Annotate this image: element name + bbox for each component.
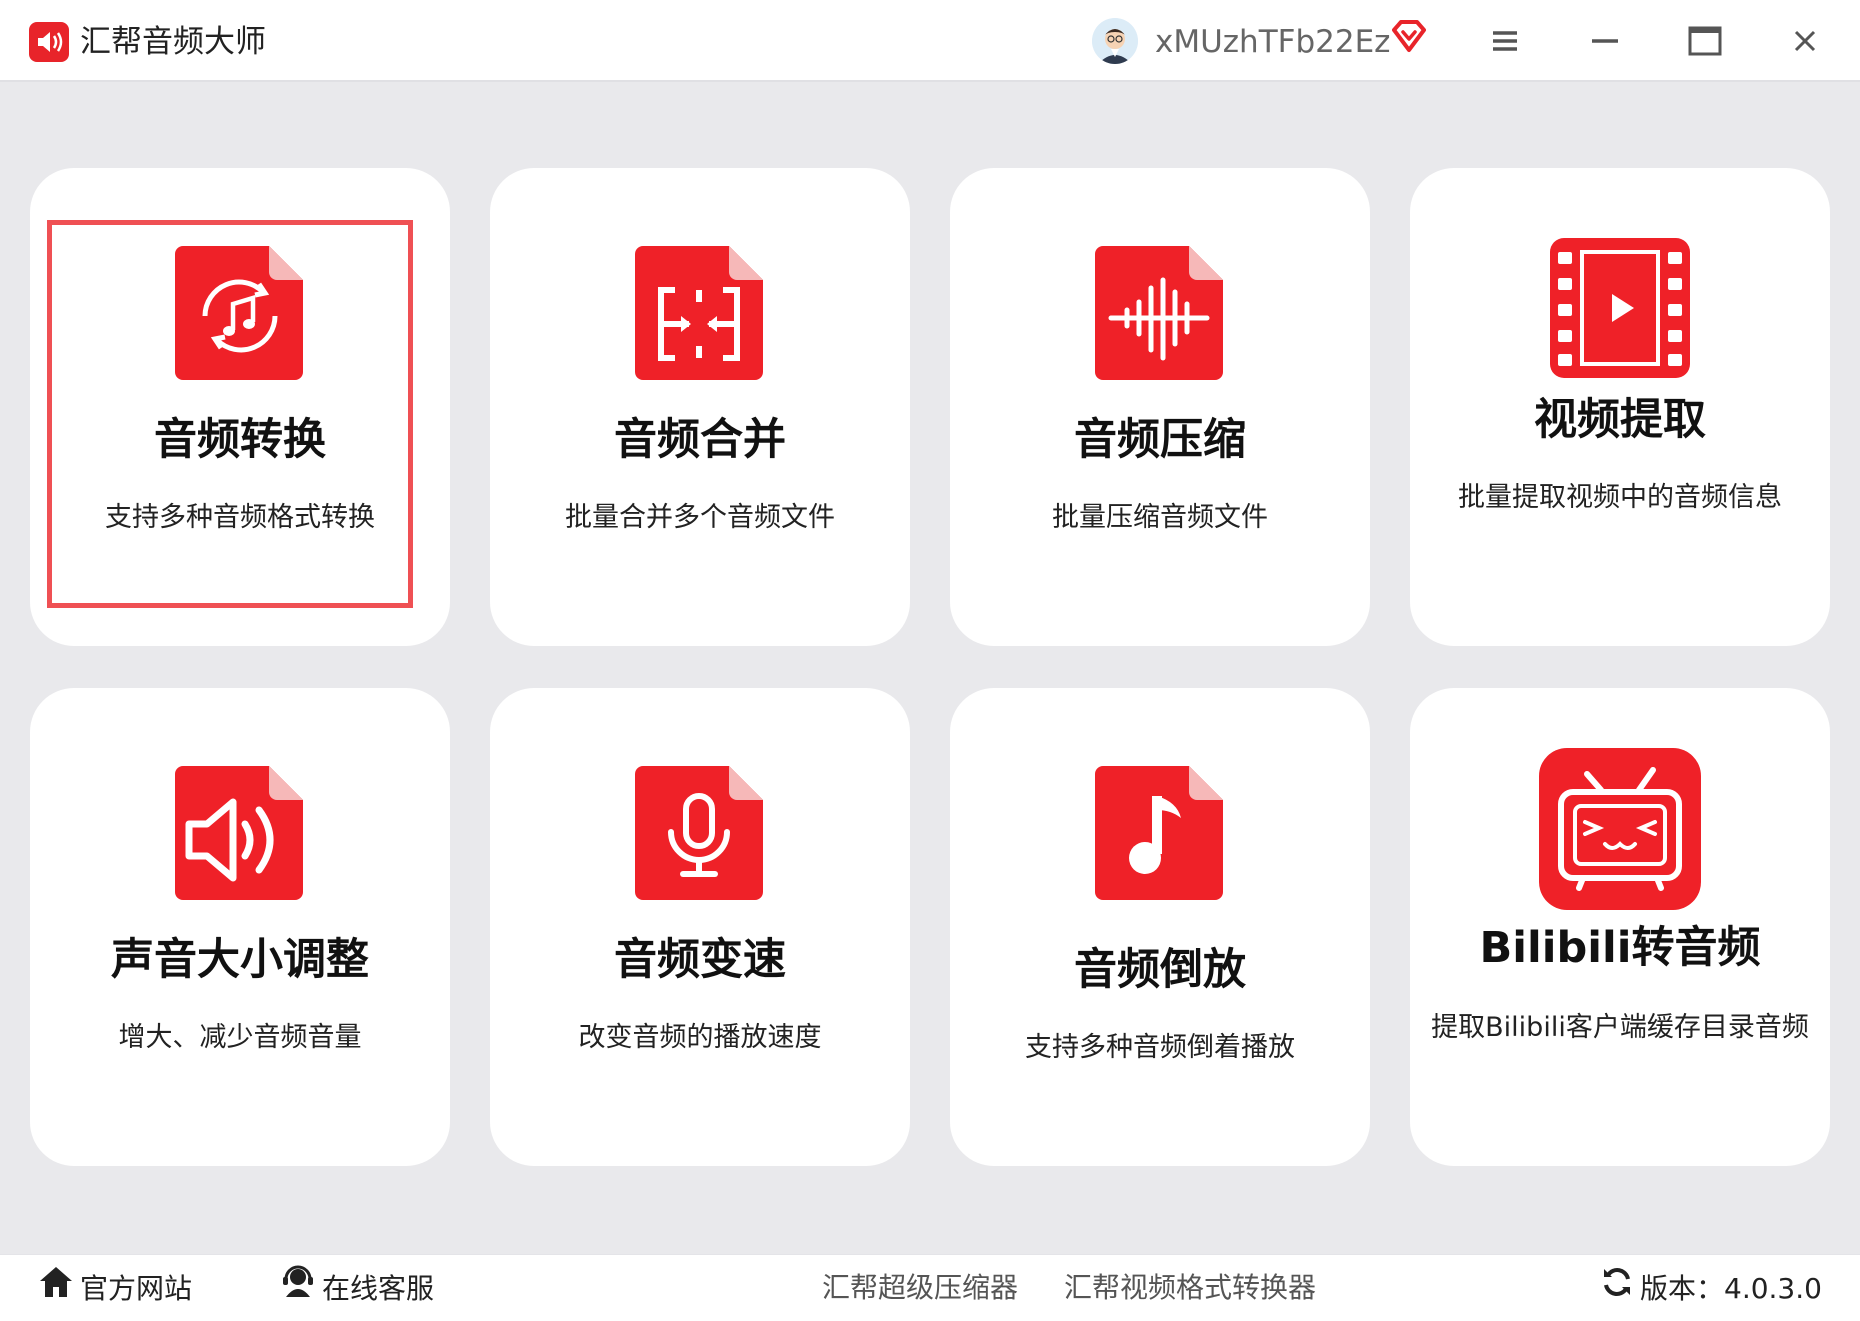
card-title: Bilibili转音频 xyxy=(1479,923,1761,973)
card-desc: 改变音频的播放速度 xyxy=(578,1022,822,1053)
headset-icon xyxy=(280,1265,322,1313)
official-website-link[interactable]: 官方网站 xyxy=(38,1265,192,1313)
online-support-link[interactable]: 在线客服 xyxy=(280,1265,434,1313)
menu-button[interactable] xyxy=(1482,18,1528,64)
waveform-compress-icon xyxy=(1095,246,1225,384)
card-volume-adjust[interactable]: 声音大小调整 增大、减少音频音量 xyxy=(30,688,450,1166)
music-convert-icon xyxy=(175,246,305,384)
version-label: 版本：4.0.3.0 xyxy=(1640,1272,1822,1305)
card-desc: 批量提取视频中的音频信息 xyxy=(1458,482,1782,513)
super-compressor-link[interactable]: 汇帮超级压缩器 xyxy=(822,1265,1018,1311)
minimize-button[interactable] xyxy=(1582,18,1628,64)
footer-bar: 官方网站 在线客服 汇帮超级压缩器 汇帮视频格式转换器 版本：4.0.3.0 xyxy=(0,1254,1860,1321)
merge-icon xyxy=(635,246,765,384)
maximize-button[interactable] xyxy=(1682,18,1728,64)
card-title: 音频变速 xyxy=(614,935,786,985)
card-desc: 批量压缩音频文件 xyxy=(1052,502,1268,533)
card-title: 视频提取 xyxy=(1534,395,1706,445)
card-title: 声音大小调整 xyxy=(111,935,369,985)
card-video-extract[interactable]: 视频提取 批量提取视频中的音频信息 xyxy=(1410,168,1830,646)
vip-diamond-icon[interactable] xyxy=(1390,18,1428,58)
app-logo-icon xyxy=(29,22,69,62)
card-title: 音频转换 xyxy=(154,415,326,465)
title-bar: 汇帮音频大师 xMUzhTFb22Ez xyxy=(0,0,1860,82)
version-info[interactable]: 版本：4.0.3.0 xyxy=(1600,1265,1822,1313)
card-audio-speed[interactable]: 音频变速 改变音频的播放速度 xyxy=(490,688,910,1166)
video-converter-link[interactable]: 汇帮视频格式转换器 xyxy=(1064,1265,1316,1311)
refresh-icon xyxy=(1600,1265,1640,1313)
card-desc: 批量合并多个音频文件 xyxy=(565,502,835,533)
music-note-icon xyxy=(1095,766,1225,904)
app-title: 汇帮音频大师 xyxy=(80,24,266,60)
bilibili-tv-icon xyxy=(1539,748,1701,914)
card-desc: 提取Bilibili客户端缓存目录音频 xyxy=(1431,1012,1809,1043)
card-desc: 支持多种音频倒着播放 xyxy=(1025,1032,1295,1063)
card-desc: 支持多种音频格式转换 xyxy=(105,502,375,533)
online-support-label: 在线客服 xyxy=(322,1272,435,1305)
microphone-icon xyxy=(635,766,765,904)
card-desc: 增大、减少音频音量 xyxy=(118,1022,362,1053)
user-avatar[interactable] xyxy=(1092,18,1138,64)
card-audio-reverse[interactable]: 音频倒放 支持多种音频倒着播放 xyxy=(950,688,1370,1166)
speaker-icon xyxy=(175,766,305,904)
close-button[interactable] xyxy=(1782,18,1828,64)
card-title: 音频合并 xyxy=(614,415,786,465)
username[interactable]: xMUzhTFb22Ez xyxy=(1155,20,1390,64)
card-audio-compress[interactable]: 音频压缩 批量压缩音频文件 xyxy=(950,168,1370,646)
card-title: 音频压缩 xyxy=(1074,415,1246,465)
home-icon xyxy=(38,1265,80,1313)
card-bilibili[interactable]: Bilibili转音频 提取Bilibili客户端缓存目录音频 xyxy=(1410,688,1830,1166)
film-play-icon xyxy=(1550,238,1690,382)
official-website-label: 官方网站 xyxy=(80,1272,193,1305)
card-audio-merge[interactable]: 音频合并 批量合并多个音频文件 xyxy=(490,168,910,646)
card-audio-convert[interactable]: 音频转换 支持多种音频格式转换 xyxy=(30,168,450,646)
card-title: 音频倒放 xyxy=(1074,945,1246,995)
